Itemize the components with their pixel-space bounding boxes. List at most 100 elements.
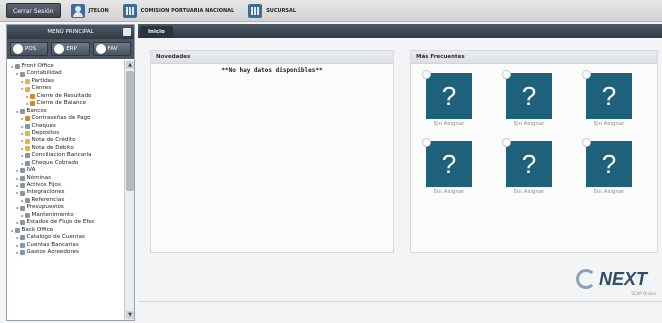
tree-node[interactable]: ▸ Referencias xyxy=(7,197,124,204)
pin-corner-icon xyxy=(582,138,591,147)
doc-icon xyxy=(20,235,25,241)
key-icon xyxy=(30,93,35,99)
logout-button[interactable]: Cerrar Sesión xyxy=(6,3,61,18)
tree-node[interactable]: ▸ Activos Fijos xyxy=(7,182,124,189)
pin-corner-icon xyxy=(422,70,431,79)
tree-node[interactable]: ▸ Catalogo de Cuentas xyxy=(7,234,124,241)
tree-node[interactable]: ▸ Contraseñas de Pago xyxy=(7,115,124,122)
favorite-tile[interactable]: ? Sin Asignar xyxy=(422,70,473,127)
tree-node[interactable]: ▸ Cheque Cobrado xyxy=(7,160,124,167)
user-menu[interactable]: JTELON xyxy=(70,3,109,18)
tree-node[interactable]: ▸ Presupuestos xyxy=(7,204,124,211)
tree-node[interactable]: ▸ Cuentas Bancarias xyxy=(7,242,124,249)
pin-corner-icon xyxy=(582,70,591,79)
pin-icon xyxy=(20,71,25,77)
main-content: Novedades **No hay datos disponibles** M… xyxy=(138,38,662,323)
tree-node[interactable]: ▸ Nota de Débito xyxy=(7,145,124,152)
tree-node[interactable]: ▸ Partidas xyxy=(7,78,124,85)
tree-node-label: Cierre de Balance xyxy=(36,100,87,107)
question-icon: ? xyxy=(586,73,632,119)
tree-node[interactable]: ▸ Contabilidad xyxy=(7,70,124,77)
favorite-tile[interactable]: ? Sin Asignar xyxy=(582,138,633,195)
novedades-panel: Novedades **No hay datos disponibles** xyxy=(150,50,394,253)
tree-node[interactable]: ▸ Nota de Crédito xyxy=(7,137,124,144)
favorite-tile[interactable]: ? Sin Asignar xyxy=(502,70,553,127)
tree-node[interactable]: ▸ Estados de Flujo de Efec xyxy=(7,219,124,226)
tree-node[interactable]: ▸ Bancos xyxy=(7,108,124,115)
tree-node-label: Cheques xyxy=(31,122,56,129)
pin-icon xyxy=(25,212,30,218)
tree-node-label: Integraciones xyxy=(26,189,65,196)
folder-icon xyxy=(25,86,30,92)
tree-node[interactable]: ▸ Back Office xyxy=(7,227,124,234)
tree-node[interactable]: ▸ Cierre de Balance xyxy=(7,100,124,107)
pin-icon xyxy=(20,175,25,181)
question-icon: ? xyxy=(426,141,472,187)
collapse-icon[interactable] xyxy=(123,28,131,36)
tree-node-label: Bancos xyxy=(26,107,47,114)
branch-label: SUCURSAL xyxy=(266,7,297,14)
tree-node-label: Contabilidad xyxy=(26,70,62,77)
favorite-tile[interactable]: ? Sin Asignar xyxy=(582,70,633,127)
tree-node[interactable]: ▸ Front Office xyxy=(7,63,124,70)
favorite-tile[interactable]: ? Sin Asignar xyxy=(502,138,553,195)
branch-icon xyxy=(248,3,263,18)
tile-label: Sin Asignar xyxy=(593,121,625,127)
question-icon: ? xyxy=(506,73,552,119)
tree-node-label: Cuentas Bancarias xyxy=(26,241,79,248)
star-icon xyxy=(95,44,106,54)
doc-icon xyxy=(20,250,25,256)
company-label: COMISION PORTUARIA NACIONAL xyxy=(140,7,235,14)
doc-icon xyxy=(25,123,30,129)
main-tabstrip: Inicio xyxy=(138,24,662,38)
tab-pos[interactable]: POS xyxy=(10,42,49,56)
tree-node-label: Nota de Crédito xyxy=(31,137,76,144)
tile-label: Sin Asignar xyxy=(513,121,545,127)
favorite-tile[interactable]: ? Sin Asignar xyxy=(422,138,473,195)
tree-node[interactable]: ▸ Conciliacion Bancaria xyxy=(7,152,124,159)
logo-swirl-icon xyxy=(576,269,596,289)
app-window: Cerrar Sesión JTELON COMISION PORTUARIA … xyxy=(0,0,662,323)
branch-selector[interactable]: SUCURSAL xyxy=(248,3,297,18)
sidebar: MENÚ PRINCIPAL POS ERP FAV ▸ Front Office… xyxy=(6,24,135,321)
pin-icon xyxy=(20,220,25,226)
scroll-up-icon[interactable]: ▲ xyxy=(126,61,134,69)
tree-node[interactable]: ▸ Integraciones xyxy=(7,189,124,196)
tree-node-label: IVA xyxy=(26,167,36,174)
pin-icon xyxy=(20,205,25,211)
key-icon xyxy=(25,116,30,122)
tree-node[interactable]: ▸ Cierre de Resultado xyxy=(7,93,124,100)
scroll-thumb[interactable] xyxy=(126,71,134,191)
tile-label: Sin Asignar xyxy=(433,121,465,127)
top-bar: Cerrar Sesión JTELON COMISION PORTUARIA … xyxy=(0,0,662,22)
pin-corner-icon xyxy=(422,138,431,147)
tree-node[interactable]: ▸ Nóminas xyxy=(7,175,124,182)
tree-node-label: Activos Fijos xyxy=(26,182,61,188)
tree-node[interactable]: ▸ Gastos Acreedores xyxy=(7,249,124,256)
tree-scrollbar[interactable]: ▲ ▼ xyxy=(124,60,134,320)
tree-node[interactable]: ▸ Mantenimiento xyxy=(7,212,124,219)
menu-tabs: POS ERP FAV xyxy=(7,39,134,59)
question-icon: ? xyxy=(426,73,472,119)
tab-erp[interactable]: ERP xyxy=(51,42,90,56)
pin-icon xyxy=(15,64,20,70)
logo-text: NEXT xyxy=(599,268,648,289)
company-selector[interactable]: COMISION PORTUARIA NACIONAL xyxy=(122,3,235,18)
tree-node[interactable]: ▸ Cheques xyxy=(7,123,124,130)
pos-icon xyxy=(13,44,23,54)
next-logo: NEXT SCAP Online xyxy=(576,264,656,296)
tab-fav[interactable]: FAV xyxy=(92,42,131,56)
scroll-down-icon[interactable]: ▼ xyxy=(126,311,134,319)
folder-icon xyxy=(25,146,30,152)
logo-subtext: SCAP Online xyxy=(631,291,656,296)
tree-node-label: Conciliacion Bancaria xyxy=(31,152,92,159)
frecuentes-title: Más Frecuentes xyxy=(411,51,657,64)
tile-label: Sin Asignar xyxy=(513,189,545,195)
tab-inicio[interactable]: Inicio xyxy=(140,26,173,38)
question-icon: ? xyxy=(506,141,552,187)
tree-node-label: Presupuestos xyxy=(26,204,64,211)
tree-node[interactable]: ▸ Cierres xyxy=(7,85,124,92)
user-icon xyxy=(70,3,85,18)
tree-node[interactable]: ▸ IVA xyxy=(7,167,124,174)
folder-icon xyxy=(25,79,30,85)
